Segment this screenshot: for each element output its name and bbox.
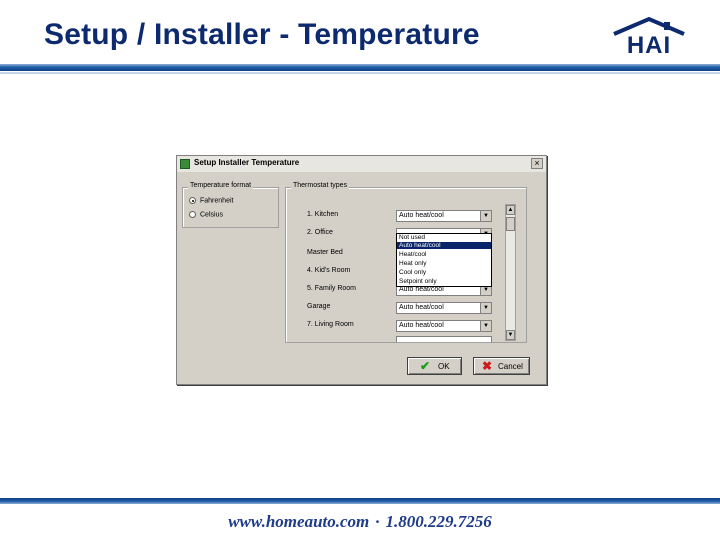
header-divider <box>0 64 720 71</box>
footer-separator: · <box>375 512 380 531</box>
thermostat-name: 2. Office <box>307 229 333 236</box>
thermostat-type-select[interactable]: Auto heat/cool ▼ <box>396 302 492 314</box>
radio-fahrenheit-label: Fahrenheit <box>200 197 234 205</box>
dropdown-arrow-icon[interactable]: ▼ <box>480 321 491 331</box>
dropdown-option[interactable]: Cool only <box>397 269 491 276</box>
thermostat-type-select[interactable] <box>396 336 492 342</box>
dialog-title: Setup Installer Temperature <box>194 158 300 167</box>
dialog-titlebar[interactable]: Setup Installer Temperature × <box>177 156 546 172</box>
checkmark-icon: ✔ <box>420 359 431 373</box>
thermostat-name: Garage <box>307 303 331 310</box>
thermostat-name: 5. Family Room <box>307 285 357 292</box>
thermostat-name: 4. Kid's Room <box>307 267 351 274</box>
thermostat-name: Master Bed <box>307 249 343 256</box>
logo-text: HAI <box>626 32 672 59</box>
footer-contact: www.homeauto.com · 1.800.229.7256 <box>0 512 720 532</box>
hai-logo: HAI <box>612 16 686 60</box>
dropdown-option[interactable]: Setpoint only <box>397 278 491 285</box>
thermostat-row: 7. Living Room Auto heat/cool ▼ <box>287 320 497 332</box>
header-divider-thin <box>0 72 720 74</box>
dropdown-arrow-icon[interactable]: ▼ <box>480 211 491 221</box>
thermostat-row: Garage Auto heat/cool ▼ <box>287 302 497 314</box>
footer-divider <box>0 498 720 504</box>
setup-installer-temperature-dialog: Setup Installer Temperature × Temperatur… <box>176 155 547 385</box>
footer-phone: 1.800.229.7256 <box>385 512 492 531</box>
radio-celsius-label: Celsius <box>200 211 223 219</box>
ok-button[interactable]: ✔ OK <box>407 357 462 375</box>
thermostat-types-label: Thermostat types <box>291 182 350 189</box>
cancel-button[interactable]: ✖ Cancel <box>473 357 530 375</box>
radio-celsius[interactable]: Celsius <box>189 211 223 218</box>
thermostat-type-value: Auto heat/cool <box>399 286 444 293</box>
thermostat-type-value: Auto heat/cool <box>399 304 444 311</box>
radio-fahrenheit[interactable]: Fahrenheit <box>189 197 233 204</box>
scroll-thumb[interactable] <box>506 217 515 231</box>
cancel-button-label: Cancel <box>498 362 523 371</box>
thermostat-row <box>287 336 497 348</box>
dropdown-option[interactable]: Heat only <box>397 260 491 267</box>
thermostat-type-dropdown-list[interactable]: Not used Auto heat/cool Heat/cool Heat o… <box>396 233 492 287</box>
scroll-up-icon[interactable]: ▲ <box>506 205 515 215</box>
thermostat-name: 1. Kitchen <box>307 211 339 218</box>
thermostat-name: 7. Living Room <box>307 321 354 328</box>
app-icon <box>180 159 190 169</box>
dropdown-option-selected[interactable]: Auto heat/cool <box>397 242 491 249</box>
dropdown-option[interactable]: Heat/cool <box>397 251 491 258</box>
radio-unselected-icon[interactable] <box>189 211 196 218</box>
footer-website: www.homeauto.com <box>228 512 370 531</box>
close-button[interactable]: × <box>531 158 543 169</box>
ok-button-label: OK <box>438 362 450 371</box>
temperature-format-group: Temperature format Fahrenheit Celsius <box>182 182 279 228</box>
scroll-down-icon[interactable]: ▼ <box>506 330 515 340</box>
thermostat-list-scrollbar[interactable]: ▲ ▼ <box>505 204 516 341</box>
dropdown-option[interactable]: Not used <box>397 234 491 241</box>
thermostat-type-value: Auto heat/cool <box>399 212 444 219</box>
radio-selected-icon[interactable] <box>189 197 196 204</box>
dropdown-arrow-icon[interactable]: ▼ <box>480 303 491 313</box>
slide-title: Setup / Installer - Temperature <box>44 18 480 51</box>
thermostat-type-value: Auto heat/cool <box>399 322 444 329</box>
thermostat-row: 1. Kitchen Auto heat/cool ▼ <box>287 210 497 222</box>
thermostat-type-select[interactable]: Auto heat/cool ▼ <box>396 210 492 222</box>
temperature-format-label: Temperature format <box>188 182 254 189</box>
thermostat-type-select[interactable]: Auto heat/cool ▼ <box>396 320 492 332</box>
cancel-x-icon: ✖ <box>482 359 493 373</box>
